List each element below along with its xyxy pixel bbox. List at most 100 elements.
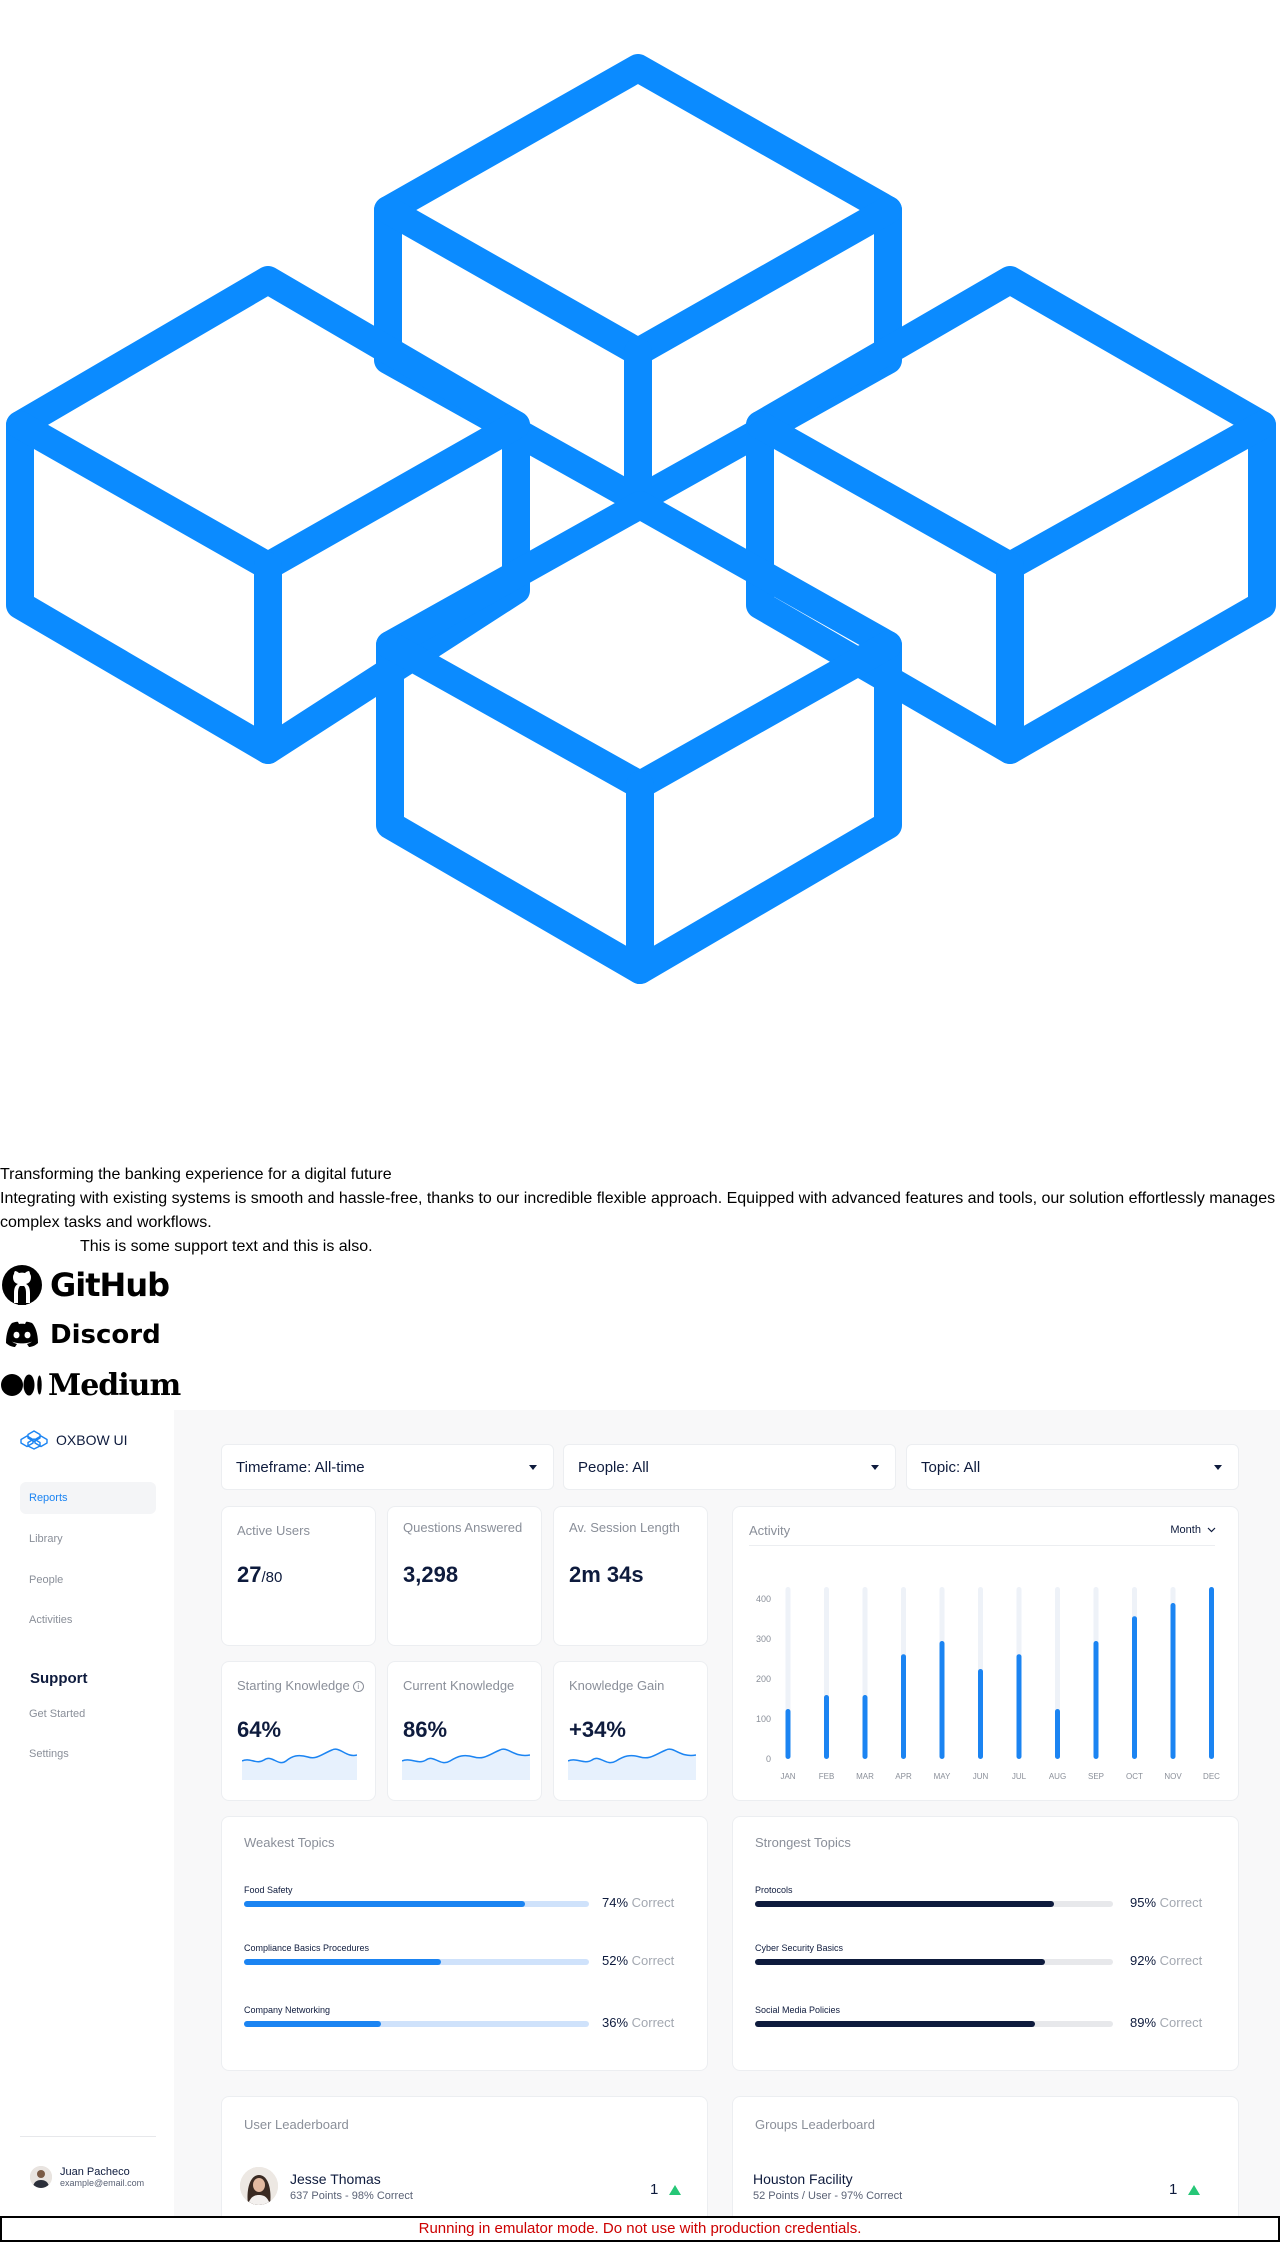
kpi-value: 2m 34s xyxy=(569,1562,644,1587)
percent-value: 89% xyxy=(1130,2015,1160,2030)
topic-row[interactable]: Protocols 95% Correct xyxy=(755,1885,1202,1925)
discord-logo[interactable]: Discord xyxy=(0,1312,180,1358)
kpi-suffix: /80 xyxy=(261,1569,283,1586)
y-tick-label: 400 xyxy=(756,1594,771,1604)
percent-value: 92% xyxy=(1130,1953,1160,1968)
kpi-value: 3,298 xyxy=(403,1562,459,1587)
bar-jan[interactable] xyxy=(785,1709,791,1759)
user-profile[interactable]: Juan Pacheco example@email.com xyxy=(30,2166,144,2188)
progress-fill xyxy=(755,1959,1045,1965)
topic-row[interactable]: Company Networking 36% Correct xyxy=(244,2005,684,2045)
leader-name[interactable]: Jesse Thomas xyxy=(290,2171,381,2187)
topic-percent: 36% Correct xyxy=(602,2015,674,2030)
sidebar-item-settings[interactable]: Settings xyxy=(20,1738,156,1770)
correct-label: Correct xyxy=(1159,1953,1203,1968)
brand[interactable]: OXBOW UI xyxy=(20,1430,128,1450)
kpi-active-users: Active Users 27/80 xyxy=(221,1506,376,1646)
bar-sep[interactable] xyxy=(1093,1641,1099,1759)
chevron-down-icon xyxy=(1207,1527,1216,1533)
sparkline-chart xyxy=(402,1748,530,1780)
percent-value: 36% xyxy=(602,2015,632,2030)
percent-value: 95% xyxy=(1130,1895,1160,1910)
bar-dec[interactable] xyxy=(1209,1587,1214,1759)
support-text: This is some support text and this is al… xyxy=(80,1238,373,1255)
timeframe-value: Timeframe: All-time xyxy=(236,1458,365,1476)
medium-logo[interactable]: Medium xyxy=(0,1362,181,1408)
topic-row[interactable]: Food Safety 74% Correct xyxy=(244,1885,684,1925)
activity-title: Activity xyxy=(749,1523,791,1538)
topic-name: Compliance Basics Procedures xyxy=(244,1943,370,1953)
x-tick-label: MAR xyxy=(856,1772,874,1781)
percent-value: 74% xyxy=(602,1895,632,1910)
hero xyxy=(0,0,1280,1000)
github-logo[interactable]: GitHub xyxy=(0,1262,180,1308)
kpi-label-text: Starting Knowledge xyxy=(237,1678,350,1693)
bar-apr[interactable] xyxy=(901,1654,906,1759)
activity-card: Activity Month 400 300 200 100 0 JAN FEB MAR APR… xyxy=(732,1506,1239,1801)
x-tick-label: AUG xyxy=(1049,1772,1066,1781)
sidebar-item-people[interactable]: People xyxy=(20,1564,156,1596)
rank-up-icon xyxy=(669,2185,681,2195)
sparkline-chart xyxy=(568,1748,696,1780)
group-detail: 52 Points / User - 97% Correct xyxy=(753,2190,903,2202)
bar-mar[interactable] xyxy=(862,1695,868,1759)
groups-leaderboard-title: Groups Leaderboard xyxy=(755,2117,875,2132)
x-tick-label: MAY xyxy=(934,1772,951,1781)
kpi-session-length: Av. Session Length 2m 34s xyxy=(553,1506,708,1646)
dashboard-app: OXBOW UI Reports Library People Activiti… xyxy=(0,1410,1280,2242)
y-tick-label: 300 xyxy=(756,1634,771,1644)
kpi-label: Questions Answered xyxy=(403,1520,523,1535)
topic-percent: 89% Correct xyxy=(1130,2015,1202,2030)
bar-feb[interactable] xyxy=(824,1695,829,1759)
sidebar-item-reports[interactable]: Reports xyxy=(20,1482,156,1514)
kpi-value: 27/80 xyxy=(237,1562,282,1588)
topic-percent: 95% Correct xyxy=(1130,1895,1202,1910)
user-email: example@email.com xyxy=(60,2178,145,2188)
topic-row[interactable]: Compliance Basics Procedures 52% Correct xyxy=(244,1943,684,1983)
period-select[interactable]: Month xyxy=(1170,1524,1216,1536)
x-tick-label: APR xyxy=(895,1772,912,1781)
y-tick-label: 100 xyxy=(756,1714,771,1724)
sparkline-chart xyxy=(242,1748,357,1780)
info-icon[interactable]: i xyxy=(352,1681,364,1693)
kpi-starting-knowledge: Starting Knowledge i 64% xyxy=(221,1661,376,1801)
topic-row[interactable]: Social Media Policies 89% Correct xyxy=(755,2005,1202,2045)
period-value: Month xyxy=(1170,1524,1201,1536)
topic-dropdown[interactable]: Topic: All xyxy=(906,1444,1239,1490)
topic-name: Company Networking xyxy=(244,2005,331,2015)
bar-jun[interactable] xyxy=(978,1669,983,1759)
strongest-topics-card: Strongest Topics Protocols 95% Correct Cyb… xyxy=(732,1816,1239,2071)
progress-fill xyxy=(244,1959,442,1965)
progress-track xyxy=(755,2021,1113,2027)
timeframe-dropdown[interactable]: Timeframe: All-time xyxy=(221,1444,554,1490)
bar-nov[interactable] xyxy=(1170,1603,1176,1759)
bar-aug[interactable] xyxy=(1055,1709,1060,1759)
partner-logos: GitHub Discord Medium xyxy=(0,1262,181,1412)
sidebar-item-activities[interactable]: Activities xyxy=(20,1604,156,1636)
bar-oct[interactable] xyxy=(1132,1616,1137,1759)
sidebar-item-get-started[interactable]: Get Started xyxy=(20,1698,156,1730)
group-name[interactable]: Houston Facility xyxy=(753,2171,853,2187)
topic-row[interactable]: Cyber Security Basics 92% Correct xyxy=(755,1943,1202,1983)
bar-jul[interactable] xyxy=(1016,1654,1022,1759)
x-tick-label: SEP xyxy=(1088,1772,1104,1781)
support-heading: Support xyxy=(30,1670,88,1687)
correct-label: Correct xyxy=(1159,2015,1203,2030)
github-icon xyxy=(2,1265,42,1305)
sidebar-item-library[interactable]: Library xyxy=(20,1523,156,1555)
leader-rank: 1 xyxy=(650,2181,659,2198)
x-tick-label: JUL xyxy=(1012,1772,1027,1781)
kpi-current-knowledge: Current Knowledge 86% xyxy=(387,1661,542,1801)
progress-fill xyxy=(755,2021,1036,2027)
discord-wordmark: Discord xyxy=(50,1320,161,1350)
medium-wordmark: Medium xyxy=(48,1367,181,1403)
leader-detail: 637 Points - 98% Correct xyxy=(290,2190,413,2202)
progress-fill xyxy=(755,1901,1055,1907)
progress-fill xyxy=(244,1901,525,1907)
correct-label: Correct xyxy=(631,2015,675,2030)
github-wordmark: GitHub xyxy=(50,1266,170,1304)
people-dropdown[interactable]: People: All xyxy=(563,1444,896,1490)
bar-may[interactable] xyxy=(939,1641,945,1759)
isometric-cubes-logo-icon xyxy=(6,54,1276,984)
topic-percent: 52% Correct xyxy=(602,1953,674,1968)
